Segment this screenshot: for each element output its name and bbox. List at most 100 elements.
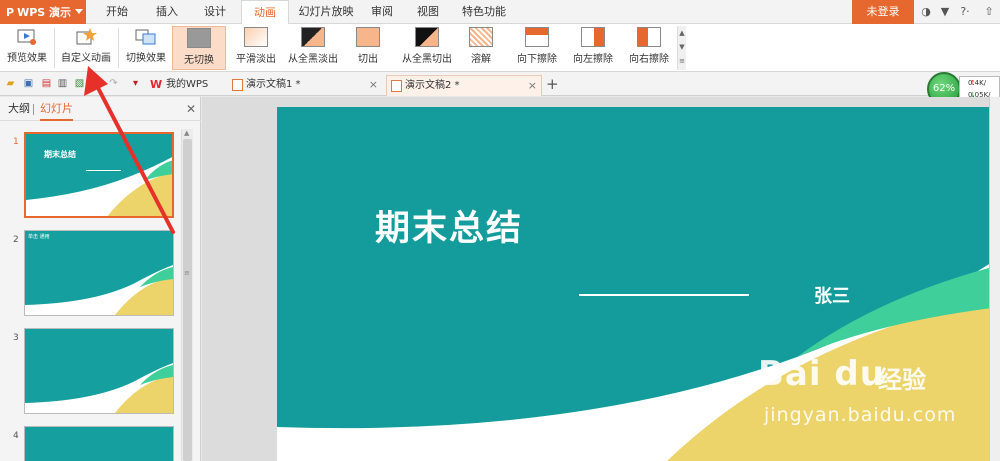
menu-bar: P WPS 演示 开始 插入 设计 动画 幻灯片放映 审阅 视图 特色功能 未登…: [0, 0, 1000, 25]
print-icon[interactable]: ▥: [56, 77, 69, 90]
ribbon-divider: [54, 28, 55, 68]
shirt-icon[interactable]: ▼: [938, 5, 952, 19]
slide-number: 4: [13, 431, 19, 441]
slide-author[interactable]: 张三: [814, 282, 850, 308]
slide-title[interactable]: 期末总结: [375, 200, 523, 251]
transition-cut[interactable]: 切出: [343, 26, 393, 70]
close-pane-icon[interactable]: ✕: [186, 97, 196, 121]
transition-label: 从全黑切出: [402, 54, 452, 65]
transition-wipe-right[interactable]: 向右擦除: [624, 26, 674, 70]
transition-wipe-left[interactable]: 向左擦除: [568, 26, 618, 70]
print-preview-icon[interactable]: ▧: [73, 77, 86, 90]
ribbon-gallery-scroll[interactable]: ▲ ▼ ≡: [677, 26, 686, 70]
watermark-url: jingyan.baidu.com: [764, 404, 957, 426]
arrow-right-icon: [637, 27, 661, 47]
scroll-up-icon[interactable]: ▲: [678, 26, 686, 40]
pane-tabs: 大纲 幻灯片 ✕: [0, 97, 201, 121]
tab-document-2-label: 演示文稿2 *: [405, 80, 460, 91]
menu-design[interactable]: 设计: [193, 0, 237, 24]
login-button[interactable]: 未登录: [852, 0, 914, 24]
transition-label: 向左擦除: [573, 54, 613, 65]
menu-animation[interactable]: 动画: [241, 0, 289, 25]
switch-effect-button[interactable]: 切换效果: [122, 26, 170, 70]
preview-icon: [16, 28, 38, 46]
export-pdf-icon[interactable]: ▤: [40, 77, 53, 90]
slide-1-title: 期末总结: [44, 150, 76, 159]
customize-qa-icon[interactable]: ▾: [129, 77, 142, 90]
preview-effect-button[interactable]: 预览效果: [2, 26, 52, 70]
redo-icon[interactable]: ↷: [107, 77, 120, 90]
menu-slideshow[interactable]: 幻灯片放映: [293, 0, 359, 24]
switch-effect-icon: [135, 28, 157, 46]
gallery-more-icon[interactable]: ≡: [678, 54, 686, 68]
transition-none[interactable]: 无切换: [172, 26, 226, 70]
app-name: WPS 演示: [17, 6, 72, 19]
skin-icon[interactable]: ◑: [919, 5, 933, 19]
scrollbar-thumb[interactable]: [183, 139, 192, 461]
slide-2-title: 单击 通用: [28, 234, 50, 240]
menu-review[interactable]: 审阅: [362, 0, 402, 24]
slide-thumbnail-2[interactable]: 单击 通用: [24, 230, 174, 316]
transition-dissolve-icon: [469, 27, 493, 47]
scroll-down-icon[interactable]: ▼: [678, 40, 686, 54]
slide-4-graphic: [25, 427, 173, 461]
add-tab-icon[interactable]: +: [546, 75, 559, 93]
upload-arrow-icon: ↑: [970, 79, 976, 87]
custom-animation-button[interactable]: 自定义动画: [58, 26, 114, 70]
transition-label: 从全黑淡出: [288, 54, 338, 65]
watermark-cn: 经验: [878, 366, 926, 394]
open-folder-icon[interactable]: ▰: [4, 77, 17, 90]
undo-icon[interactable]: ↶: [90, 77, 103, 90]
transition-fade-from-black[interactable]: 从全黑淡出: [286, 26, 340, 70]
transition-label: 平滑淡出: [236, 54, 276, 65]
slide-thumbnail-3[interactable]: [24, 328, 174, 414]
tab-slides[interactable]: 幻灯片: [40, 97, 73, 121]
presentation-file-icon: [391, 80, 402, 92]
transition-wipe-down[interactable]: 向下擦除: [512, 26, 562, 70]
scroll-up-icon[interactable]: ▲: [184, 129, 189, 137]
watermark-brand: Bai du: [758, 354, 885, 394]
quick-access-bar: ▰ ▣ ▤ ▥ ▧ ↶ ↷ ▾ W 我的WPS 演示文稿1 * × 演示文稿2 …: [0, 72, 1000, 96]
menu-insert[interactable]: 插入: [145, 0, 189, 24]
slide-thumbnail-4[interactable]: [24, 426, 174, 461]
slides-pane-scrollbar[interactable]: ▲ ≡: [181, 129, 193, 461]
baidu-jingyan-watermark: Bai du 经验 jingyan.baidu.com: [758, 348, 988, 446]
transition-smooth-fade[interactable]: 平滑淡出: [229, 26, 283, 70]
custom-animation-icon: [75, 28, 97, 46]
tab-outline[interactable]: 大纲: [8, 97, 30, 121]
animation-ribbon: 预览效果 自定义动画 切换效果 无切换 平滑淡出 从全黑淡出 切出 从全黑切出 …: [0, 24, 1000, 72]
slide-thumbnail-1[interactable]: 期末总结: [24, 132, 174, 218]
transition-cut-from-black[interactable]: 从全黑切出: [396, 26, 458, 70]
transition-dissolve[interactable]: 溶解: [461, 26, 501, 70]
arrow-down-icon: [525, 27, 549, 47]
slide-number: 2: [13, 235, 19, 245]
slide-number: 1: [13, 137, 19, 147]
close-icon[interactable]: ×: [369, 75, 378, 95]
tab-my-wps[interactable]: W 我的WPS: [150, 75, 208, 95]
transition-fade-from-black-icon: [301, 27, 325, 47]
tab-document-1[interactable]: 演示文稿1 * ×: [228, 75, 382, 96]
wps-logo-icon: P: [6, 5, 15, 19]
menu-start[interactable]: 开始: [95, 0, 139, 24]
menu-special-features[interactable]: 特色功能: [455, 0, 513, 24]
tab-document-2[interactable]: 演示文稿2 * ×: [386, 75, 542, 96]
slide-3-graphic: [25, 329, 173, 413]
save-icon[interactable]: ▣: [22, 77, 35, 90]
wps-presentation-window: P WPS 演示 开始 插入 设计 动画 幻灯片放映 审阅 视图 特色功能 未登…: [0, 0, 1000, 461]
grip-icon: ≡: [184, 269, 190, 277]
custom-animation-label: 自定义动画: [61, 53, 111, 64]
tab-my-wps-label: 我的WPS: [166, 79, 209, 90]
transition-label: 溶解: [471, 54, 491, 65]
transition-label: 无切换: [184, 55, 214, 66]
transition-label: 向右擦除: [629, 54, 669, 65]
arrow-left-icon: [581, 27, 605, 47]
close-icon[interactable]: ×: [528, 76, 537, 96]
menu-view[interactable]: 视图: [408, 0, 448, 24]
slide-2-graphic: [25, 231, 173, 315]
app-menu-button[interactable]: P WPS 演示: [0, 0, 86, 24]
transition-cut-icon: [356, 27, 380, 47]
collapse-icon[interactable]: ⇧: [982, 5, 996, 19]
tab-document-1-label: 演示文稿1 *: [246, 79, 301, 90]
help-icon[interactable]: ?·: [956, 5, 974, 19]
editor-scrollbar[interactable]: [989, 97, 1000, 461]
